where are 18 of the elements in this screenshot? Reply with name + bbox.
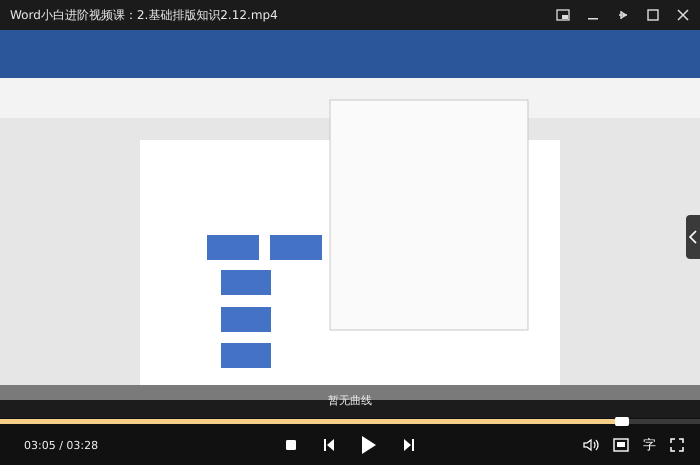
volume-icon[interactable]	[583, 438, 599, 452]
progress-handle[interactable]	[615, 417, 630, 426]
play-icon[interactable]	[361, 435, 377, 455]
screen-icon[interactable]	[613, 438, 629, 452]
mini-player-icon[interactable]	[556, 8, 570, 22]
side-panel-handle[interactable]	[686, 215, 700, 259]
maximize-icon[interactable]	[646, 8, 660, 22]
previous-icon[interactable]	[323, 438, 335, 452]
playback-time: 03:05 / 03:28	[24, 438, 98, 452]
stop-icon[interactable]	[285, 439, 297, 451]
fullscreen-icon[interactable]	[670, 438, 684, 452]
overlay-caption: 暂无曲线	[328, 393, 372, 408]
window-title: Word小白进阶视频课：2.基础排版知识2.12.mp4	[10, 6, 278, 24]
subtitle-button[interactable]: 字	[643, 436, 656, 454]
close-icon[interactable]	[676, 8, 690, 22]
pin-icon[interactable]	[616, 8, 630, 22]
next-icon[interactable]	[403, 438, 415, 452]
chevron-left-icon	[689, 230, 697, 244]
